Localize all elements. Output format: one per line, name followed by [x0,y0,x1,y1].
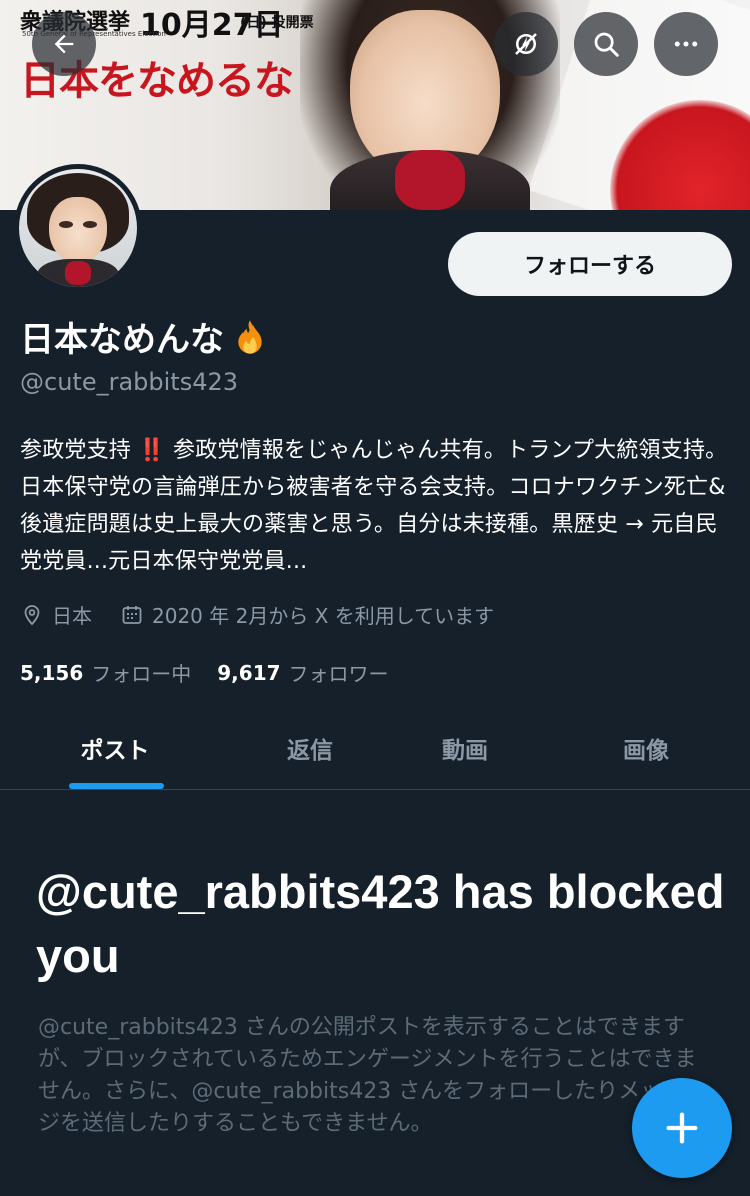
compose-post-button[interactable] [632,1078,732,1178]
display-name-text: 日本なめんな [20,320,224,360]
banner-election-vote: (日) 投開票 [240,15,314,31]
fire-icon [238,319,262,354]
more-button[interactable] [654,12,718,76]
avatar-eye-left [59,221,73,228]
search-button[interactable] [574,12,638,76]
more-icon [674,41,698,47]
tab-images[interactable]: 画像 [576,706,716,790]
location-text: 日本 [52,604,92,628]
location: 日本 [20,600,92,629]
tab-videos[interactable]: 動画 [395,706,535,790]
avatar-suit-accent [65,261,91,285]
blocked-title: @cute_rabbits423 has blocked you [36,865,725,982]
profile-bio: 参政党支持 ‼️ 参政党情報をじゃんじゃん共有。トランプ大統領支持。日本保守党の… [20,432,730,580]
location-pin-icon [24,604,40,625]
active-tab-indicator [69,783,164,789]
avatar-eye-right [83,221,97,228]
blocked-description: @cute_rabbits423 さんの公開ポストを表示することはできますが、ブ… [38,1015,707,1136]
join-date: 2020 年 2月から X を利用しています [120,600,494,629]
following-count[interactable]: 5,156 [20,661,83,685]
profile-meta: 日本 2020 年 2月から X を利用しています [20,600,522,629]
search-icon [594,32,619,57]
avatar-image [19,169,137,287]
avatar[interactable] [14,164,142,292]
banner-character-suit-accent [395,150,465,210]
plus-icon [666,1112,698,1144]
profile-handle: @cute_rabbits423 [20,368,239,396]
display-name: 日本なめんな [20,312,270,361]
followers-count[interactable]: 9,617 [217,661,280,685]
tab-replies[interactable]: 返信 [240,706,380,790]
double-exclamation-emoji: ‼️ [138,438,166,463]
hide-reposts-button[interactable] [494,12,558,76]
avatar-face [49,197,107,263]
followers-label[interactable]: フォロワー [289,658,389,687]
bolt-off-icon [515,33,537,55]
arrow-left-icon [54,34,74,54]
follow-button[interactable]: フォローする [448,232,732,296]
following-label[interactable]: フォロー中 [91,658,191,687]
tab-posts[interactable]: ポスト [40,706,190,790]
back-button[interactable] [32,12,96,76]
bio-text-start: 参政党支持 [20,438,132,463]
join-date-text: 2020 年 2月から X を利用しています [152,604,495,628]
profile-tabs: ポスト 返信 動画 画像 [0,706,750,790]
calendar-icon [122,605,142,624]
follow-stats: 5,156 フォロー中 9,617 フォロワー [20,658,415,687]
